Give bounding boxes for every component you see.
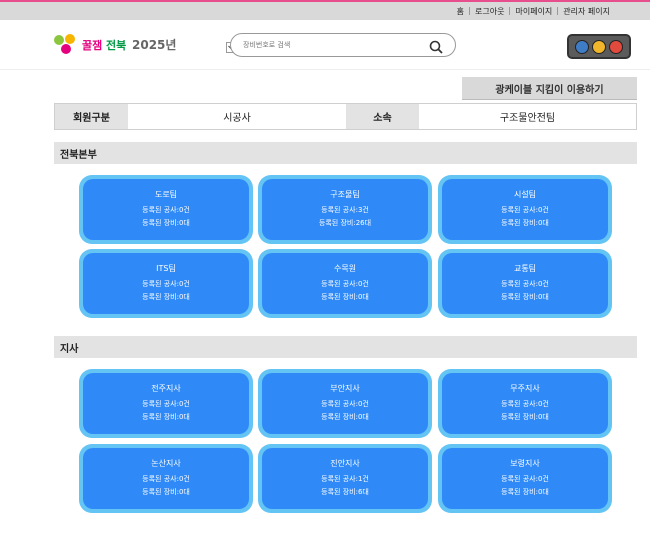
team-card[interactable]: 교통팀 등록된 공사:0건 등록된 장비:0대: [438, 249, 612, 318]
project-count: 등록된 공사:0건: [501, 400, 549, 408]
traffic-light-yellow: [591, 39, 606, 54]
search-icon[interactable]: [429, 39, 443, 54]
affiliation-label: 소속: [346, 104, 419, 129]
project-count: 등록된 공사:3건: [321, 206, 369, 214]
project-count: 등록된 공사:0건: [501, 280, 549, 288]
branch-name: 전주지사: [151, 384, 181, 393]
mypage-link[interactable]: 마이페이지: [515, 6, 552, 17]
project-count: 등록된 공사:0건: [321, 280, 369, 288]
logo-mark-icon: 꿀잼 전북: [54, 34, 126, 54]
equipment-count: 등록된 장비:0대: [501, 293, 549, 301]
member-info-table: 회원구분 시공사 소속 구조물안전팀: [54, 103, 637, 130]
project-count: 등록된 공사:0건: [501, 475, 549, 483]
branch-card-body: 전주지사 등록된 공사:0건 등록된 장비:0대: [83, 373, 249, 434]
team-card-body: 시설팀 등록된 공사:0건 등록된 장비:0대: [442, 179, 608, 240]
traffic-light-red: [609, 39, 624, 54]
team-card-body: 교통팀 등록된 공사:0건 등록된 장비:0대: [442, 253, 608, 314]
team-card[interactable]: 시설팀 등록된 공사:0건 등록된 장비:0대: [438, 175, 612, 244]
equipment-count: 등록된 장비:26대: [318, 219, 372, 227]
equipment-count: 등록된 장비:0대: [142, 413, 190, 421]
equipment-count: 등록된 장비:0대: [501, 488, 549, 496]
traffic-light-icon[interactable]: [567, 34, 631, 59]
equipment-count: 등록된 장비:0대: [142, 488, 190, 496]
branch-card[interactable]: 논산지사 등록된 공사:0건 등록된 장비:0대: [79, 444, 253, 513]
branch-name: 논산지사: [151, 459, 181, 468]
traffic-light-blue: [574, 39, 589, 54]
project-count: 등록된 공사:0건: [142, 400, 190, 408]
nav-divider: [509, 7, 511, 15]
section-header-hq: 전북본부: [54, 142, 637, 164]
team-name: 수목원: [333, 264, 357, 273]
project-count: 등록된 공사:0건: [501, 206, 549, 214]
team-card-body: ITS팀 등록된 공사:0건 등록된 장비:0대: [83, 253, 249, 314]
logout-link[interactable]: 로그아웃: [475, 6, 504, 17]
equipment-count: 등록된 장비:0대: [321, 293, 369, 301]
admin-page-link[interactable]: 관리자 페이지: [563, 6, 610, 17]
branch-card-body: 부안지사 등록된 공사:0건 등록된 장비:0대: [262, 373, 428, 434]
project-count: 등록된 공사:0건: [142, 280, 190, 288]
team-card-body: 구조물팀 등록된 공사:3건 등록된 장비:26대: [262, 179, 428, 240]
branch-name: 부안지사: [330, 384, 360, 393]
member-type-label: 회원구분: [55, 104, 128, 129]
branch-card[interactable]: 부안지사 등록된 공사:0건 등록된 장비:0대: [258, 369, 432, 438]
project-count: 등록된 공사:0건: [142, 475, 190, 483]
equipment-count: 등록된 장비:0대: [142, 293, 190, 301]
utility-nav: 홈 로그아웃 마이페이지 관리자 페이지: [457, 2, 610, 20]
nav-divider: [469, 7, 471, 15]
svg-text:전북: 전북: [106, 38, 126, 52]
fiber-guard-guide-button[interactable]: 광케이블 지킴이 이용하기: [462, 77, 637, 100]
svg-text:꿀잼: 꿀잼: [82, 38, 102, 52]
branch-card-body: 보령지사 등록된 공사:0건 등록된 장비:0대: [442, 448, 608, 509]
logo-year: 2025년: [132, 38, 177, 52]
equipment-count: 등록된 장비:6대: [321, 488, 369, 496]
team-card[interactable]: 구조물팀 등록된 공사:3건 등록된 장비:26대: [258, 175, 432, 244]
branch-card[interactable]: 진안지사 등록된 공사:1건 등록된 장비:6대: [258, 444, 432, 513]
branch-card-body: 무주지사 등록된 공사:0건 등록된 장비:0대: [442, 373, 608, 434]
nav-divider: [557, 7, 559, 15]
member-type-value: 시공사: [128, 104, 346, 129]
branch-card[interactable]: 보령지사 등록된 공사:0건 등록된 장비:0대: [438, 444, 612, 513]
search-input[interactable]: [243, 39, 423, 51]
team-name: ITS팀: [156, 264, 176, 273]
project-count: 등록된 공사:0건: [321, 400, 369, 408]
site-header: 꿀잼 전북 2025년: [0, 20, 650, 70]
branch-card-body: 논산지사 등록된 공사:0건 등록된 장비:0대: [83, 448, 249, 509]
search-box: [230, 33, 456, 57]
team-card[interactable]: 도로팀 등록된 공사:0건 등록된 장비:0대: [79, 175, 253, 244]
project-count: 등록된 공사:0건: [142, 206, 190, 214]
equipment-count: 등록된 장비:0대: [142, 219, 190, 227]
equipment-count: 등록된 장비:0대: [501, 413, 549, 421]
branch-card[interactable]: 무주지사 등록된 공사:0건 등록된 장비:0대: [438, 369, 612, 438]
team-card-body: 도로팀 등록된 공사:0건 등록된 장비:0대: [83, 179, 249, 240]
equipment-count: 등록된 장비:0대: [501, 219, 549, 227]
team-name: 구조물팀: [330, 190, 360, 199]
team-name: 시설팀: [513, 190, 537, 199]
team-card[interactable]: 수목원 등록된 공사:0건 등록된 장비:0대: [258, 249, 432, 318]
utility-bar: 홈 로그아웃 마이페이지 관리자 페이지: [0, 2, 650, 20]
branch-card-body: 진안지사 등록된 공사:1건 등록된 장비:6대: [262, 448, 428, 509]
team-name: 도로팀: [154, 190, 178, 199]
section-header-branches: 지사: [54, 336, 637, 358]
branch-name: 진안지사: [330, 459, 360, 468]
team-card-body: 수목원 등록된 공사:0건 등록된 장비:0대: [262, 253, 428, 314]
project-count: 등록된 공사:1건: [321, 475, 369, 483]
branch-name: 무주지사: [510, 384, 540, 393]
site-logo[interactable]: 꿀잼 전북 2025년: [52, 34, 237, 56]
branch-name: 보령지사: [510, 459, 540, 468]
affiliation-value: 구조물안전팀: [419, 104, 636, 129]
branch-card[interactable]: 전주지사 등록된 공사:0건 등록된 장비:0대: [79, 369, 253, 438]
equipment-count: 등록된 장비:0대: [321, 413, 369, 421]
team-card[interactable]: ITS팀 등록된 공사:0건 등록된 장비:0대: [79, 249, 253, 318]
team-name: 교통팀: [513, 264, 537, 273]
home-link[interactable]: 홈: [457, 6, 464, 17]
